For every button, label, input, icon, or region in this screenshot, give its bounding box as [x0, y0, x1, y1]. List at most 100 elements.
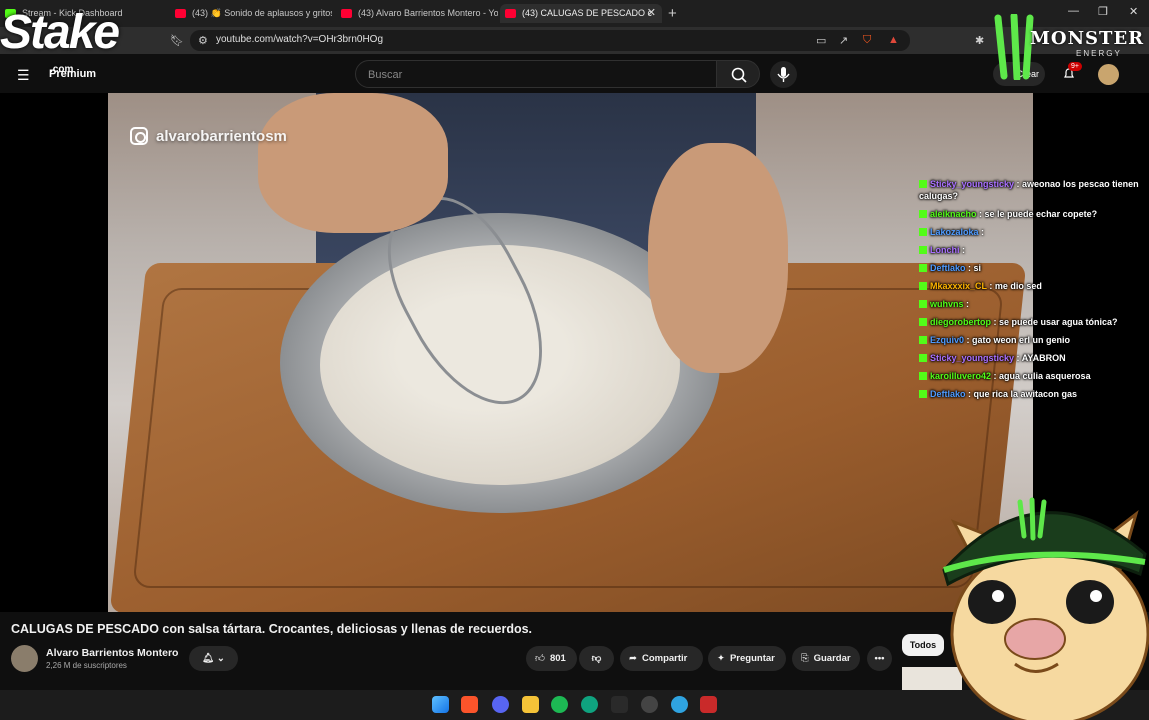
brave-browser-icon[interactable] [461, 696, 478, 713]
chat-message: Sticky_youngsticky : AYABRON [919, 352, 1147, 364]
safari-icon[interactable] [671, 696, 688, 713]
extensions-icon[interactable]: ✱ [975, 34, 984, 47]
chat-message: Mkaxxxix_CL : me dio sed [919, 280, 1147, 292]
chat-separator: : [986, 281, 995, 291]
windows-start-icon[interactable] [432, 696, 449, 713]
kick-badge-icon [919, 390, 927, 398]
stream-chat-overlay: Sticky_youngsticky : aweonao los pescao … [919, 178, 1147, 406]
brave-shield-icon[interactable]: ⛉ [863, 34, 871, 47]
search-input[interactable]: Buscar [355, 60, 717, 88]
chat-separator: : [959, 245, 965, 255]
chat-text: agua culia asquerosa [999, 371, 1091, 381]
chat-text: se le puede echar copete? [984, 209, 1098, 219]
youtube-icon [175, 9, 186, 18]
chat-message: Sticky_youngsticky : aweonao los pescao … [919, 178, 1147, 202]
share-icon[interactable]: ↗ [839, 34, 848, 47]
browser-address-bar: 🔖︎ ⚙︎ youtube.com/watch?v=OHr3brn0HOg ▭ … [0, 27, 1149, 54]
kick-badge-icon [919, 264, 927, 272]
left-hand [258, 93, 448, 233]
stake-logo: Stake [0, 6, 120, 59]
chat-separator: : [964, 335, 973, 345]
channel-name[interactable]: Alvaro Barrientos Montero [46, 647, 178, 659]
new-tab-button[interactable]: + [668, 4, 677, 23]
chat-message: Lakozaloka : [919, 226, 1147, 238]
microphone-icon [777, 67, 790, 82]
edge-icon[interactable] [581, 696, 598, 713]
chat-message: wuhvns : [919, 298, 1147, 310]
browser-tab[interactable]: (43) 👏 Sonido de aplausos y gritos [170, 4, 332, 23]
chat-message: Lonchi : [919, 244, 1147, 256]
url-field[interactable]: ⚙︎ youtube.com/watch?v=OHr3brn0HOg [190, 30, 910, 51]
share-button[interactable]: ➦ Compartir [620, 646, 703, 671]
like-button[interactable]: 👍︎ 801 [526, 646, 577, 671]
filter-chip-all[interactable]: Todos [902, 634, 944, 656]
chat-text: gato weon erl un genio [972, 335, 1071, 345]
video-frame: alvarobarrientosm [108, 93, 1033, 612]
subscription-bell-button[interactable]: 🔔︎ ⌄ [189, 646, 238, 671]
spotify-icon[interactable] [551, 696, 568, 713]
chat-separator: : [963, 299, 970, 309]
app-icon-2[interactable] [700, 696, 717, 713]
brave-rewards-icon[interactable]: ▲ [888, 34, 899, 46]
chat-username: Sticky_youngsticky [930, 353, 1015, 363]
kick-badge-icon [919, 282, 927, 290]
site-info-icon[interactable]: ⚙︎ [198, 34, 208, 47]
voice-search-button[interactable] [770, 61, 797, 88]
discord-icon[interactable] [492, 696, 509, 713]
thumbs-up-icon: 👍︎ [535, 653, 545, 664]
youtube-premium-logo[interactable]: Premium [49, 68, 96, 80]
chat-username: diegorobertop [930, 317, 991, 327]
file-explorer-icon[interactable] [522, 696, 539, 713]
search-button[interactable] [716, 60, 760, 88]
chat-message: diegorobertop : se puede usar agua tónic… [919, 316, 1147, 328]
chat-username: Mkaxxxix_CL [930, 281, 987, 291]
chat-text: que rica la awitacon gas [973, 389, 1078, 399]
chat-separator: : [1014, 353, 1022, 363]
chat-message: karoilluvero42 : agua culia asquerosa [919, 370, 1147, 382]
channel-avatar[interactable] [11, 645, 38, 672]
bookmark-icon: ⎘ [801, 653, 809, 664]
app-icon[interactable] [611, 696, 628, 713]
share-arrow-icon: ➦ [629, 653, 637, 664]
dislike-button[interactable]: 👎︎ [579, 646, 614, 671]
chat-text: AYABRON [1021, 353, 1066, 363]
right-hand [648, 143, 788, 373]
chat-message: Deftlako : si [919, 262, 1147, 274]
chat-separator: : [991, 317, 999, 327]
kick-badge-icon [919, 180, 927, 188]
more-actions-button[interactable]: ••• [867, 646, 892, 671]
kick-badge-icon [919, 354, 927, 362]
save-button[interactable]: ⎘ Guardar [792, 646, 860, 671]
menu-icon[interactable]: ☰ [17, 67, 30, 84]
chat-text: se puede usar agua tónica? [999, 317, 1118, 327]
chat-separator: : [991, 371, 1000, 381]
cat-mascot-overlay [942, 497, 1149, 720]
kick-badge-icon [919, 336, 927, 344]
sparkle-icon: ✦ [717, 653, 725, 664]
youtube-icon [505, 9, 516, 18]
chat-username: wuhvns [930, 299, 964, 309]
chat-separator: : [965, 389, 974, 399]
browser-tab-active[interactable]: (43) CALUGAS DE PESCADO c ✕ [500, 4, 662, 23]
chat-username: Sticky_youngsticky [930, 179, 1015, 189]
bookmark-icon[interactable]: 🔖︎ [170, 34, 184, 47]
kick-badge-icon [919, 210, 927, 218]
chat-username: Deftlako [930, 263, 966, 273]
cast-icon[interactable]: ▭ [816, 34, 826, 47]
chat-username: aleiknacho [930, 209, 977, 219]
chat-message: Deftlako : que rica la awitacon gas [919, 388, 1147, 400]
chat-username: Deftlako [930, 389, 966, 399]
subscriber-count: 2,26 M de suscriptores [46, 661, 127, 670]
browser-tab-bar: Stream - Kick Dashboard (43) 👏 Sonido de… [0, 0, 1149, 27]
instagram-watermark: alvarobarrientosm [130, 127, 287, 145]
ask-button[interactable]: ✦ Preguntar [708, 646, 786, 671]
youtube-header: ☰ Buscar Crear 9+ [0, 54, 1149, 93]
kick-badge-icon [919, 372, 927, 380]
chat-username: Ezquiv0 [930, 335, 965, 345]
obs-icon[interactable] [641, 696, 658, 713]
chat-username: Lonchi [930, 245, 960, 255]
video-title: CALUGAS DE PESCADO con salsa tártara. Cr… [11, 622, 533, 636]
browser-tab[interactable]: (43) Alvaro Barrientos Montero - You [336, 4, 498, 23]
chat-message: Ezquiv0 : gato weon erl un genio [919, 334, 1147, 346]
close-tab-icon[interactable]: ✕ [647, 4, 656, 23]
